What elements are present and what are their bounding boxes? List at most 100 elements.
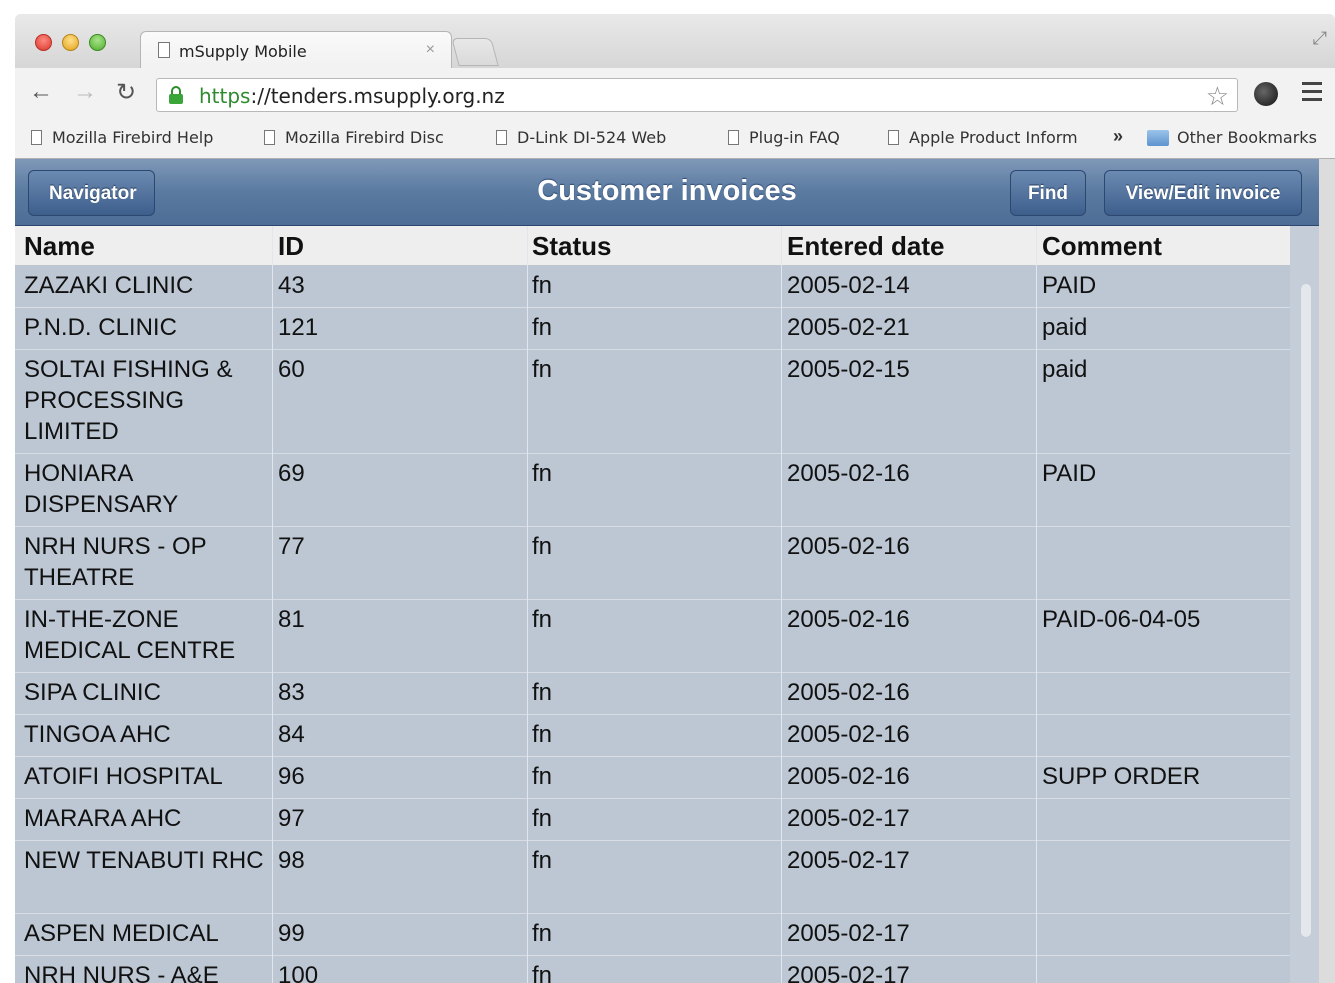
- url-host: ://tenders.msupply.org.nz: [250, 84, 505, 108]
- table-row[interactable]: MARARA AHC 97 fn 2005-02-17: [15, 799, 1290, 841]
- navigator-back-button[interactable]: Navigator: [28, 170, 155, 216]
- row-status: fn: [532, 805, 553, 832]
- other-bookmarks-folder[interactable]: Other Bookmarks: [1147, 128, 1327, 147]
- table-row[interactable]: NRH NURS - A&E 100 fn 2005-02-17: [15, 956, 1290, 983]
- page-icon: [728, 130, 739, 145]
- view-edit-invoice-button[interactable]: View/Edit invoice: [1104, 170, 1302, 216]
- row-id: 100: [278, 962, 319, 983]
- row-status: fn: [532, 356, 553, 383]
- row-id: 97: [278, 805, 305, 832]
- table-row[interactable]: SOLTAI FISHING & PROCESSING LIMITED 60 fn 2…: [15, 350, 1290, 454]
- table-row[interactable]: ASPEN MEDICAL 99 fn 2005-02-17: [15, 914, 1290, 956]
- row-status: fn: [532, 847, 553, 874]
- row-name: TINGOA AHC: [24, 721, 171, 748]
- column-header-status[interactable]: Status: [532, 231, 611, 262]
- row-comment: PAID: [1042, 460, 1097, 487]
- row-id: 96: [278, 763, 305, 790]
- table-row[interactable]: IN-THE-ZONE MEDICAL CENTRE 81 fn 2005-02-16…: [15, 600, 1290, 673]
- table-row[interactable]: ATOIFI HOSPITAL 96 fn 2005-02-16 SUPP ORDER: [15, 757, 1290, 799]
- bookmark-item[interactable]: D-Link DI-524 Web: [496, 128, 691, 147]
- row-name: MARARA AHC: [24, 805, 182, 832]
- bookmark-item[interactable]: Mozilla Firebird Disc: [264, 128, 464, 147]
- bookmark-item[interactable]: Plug-in FAQ: [728, 128, 878, 147]
- menu-icon[interactable]: [1302, 82, 1322, 106]
- row-name: ZAZAKI CLINIC: [24, 272, 194, 299]
- row-id: 69: [278, 460, 305, 487]
- row-status: fn: [532, 679, 553, 706]
- row-entered-date: 2005-02-16: [787, 721, 910, 748]
- row-id: 77: [278, 533, 305, 560]
- column-divider: [527, 226, 528, 983]
- row-name: NRH NURS - OP THEATRE: [24, 533, 207, 591]
- table-row[interactable]: HONIARA DISPENSARY 69 fn 2005-02-16 PAID: [15, 454, 1290, 527]
- scrollbar-thumb[interactable]: [1301, 284, 1311, 937]
- new-tab-button[interactable]: [451, 38, 499, 66]
- row-entered-date: 2005-02-15: [787, 356, 910, 383]
- row-entered-date: 2005-02-16: [787, 533, 910, 560]
- column-header-comment[interactable]: Comment: [1042, 231, 1162, 262]
- row-name: SIPA CLINIC: [24, 679, 161, 706]
- address-bar[interactable]: https://tenders.msupply.org.nz ☆: [156, 78, 1238, 112]
- table-row[interactable]: NEW TENABUTI RHC 98 fn 2005-02-17: [15, 841, 1290, 914]
- more-bookmarks-icon[interactable]: »: [1113, 126, 1123, 147]
- column-header-entered-date[interactable]: Entered date: [787, 231, 945, 262]
- column-divider: [1036, 226, 1037, 983]
- bookmark-star-icon[interactable]: ☆: [1206, 81, 1229, 112]
- app-header: Customer invoices Navigator Find View/Ed…: [15, 159, 1319, 226]
- row-name: ATOIFI HOSPITAL: [24, 763, 223, 790]
- row-status: fn: [532, 606, 553, 633]
- url-protocol: https: [199, 84, 251, 108]
- fullscreen-icon[interactable]: ⤢: [1313, 28, 1327, 49]
- lock-icon: [169, 86, 183, 104]
- row-name: HONIARA DISPENSARY: [24, 460, 179, 518]
- row-name: SOLTAI FISHING & PROCESSING LIMITED: [24, 356, 233, 445]
- table-row[interactable]: TINGOA AHC 84 fn 2005-02-16: [15, 715, 1290, 757]
- column-divider: [781, 226, 782, 983]
- folder-icon: [1147, 130, 1169, 146]
- row-name: P.N.D. CLINIC: [24, 314, 177, 341]
- row-entered-date: 2005-02-21: [787, 314, 910, 341]
- row-status: fn: [532, 533, 553, 560]
- row-status: fn: [532, 962, 553, 983]
- tab-close-icon[interactable]: ×: [426, 41, 435, 59]
- row-comment: paid: [1042, 314, 1088, 341]
- table-row[interactable]: SIPA CLINIC 83 fn 2005-02-16: [15, 673, 1290, 715]
- row-entered-date: 2005-02-17: [787, 920, 910, 947]
- url-text[interactable]: https://tenders.msupply.org.nz: [199, 84, 505, 108]
- table-row[interactable]: P.N.D. CLINIC 121 fn 2005-02-21 paid: [15, 308, 1290, 350]
- extension-icon[interactable]: [1254, 82, 1278, 106]
- table-row[interactable]: NRH NURS - OP THEATRE 77 fn 2005-02-16: [15, 527, 1290, 600]
- row-entered-date: 2005-02-17: [787, 847, 910, 874]
- find-button[interactable]: Find: [1010, 170, 1086, 216]
- page-icon: [496, 130, 507, 145]
- browser-window: mSupply Mobile × ⤢ ← → ↻ https://tenders…: [15, 14, 1335, 983]
- browser-tab[interactable]: mSupply Mobile ×: [140, 31, 452, 70]
- row-entered-date: 2005-02-17: [787, 962, 910, 983]
- close-window-icon[interactable]: [35, 34, 52, 51]
- bookmark-item[interactable]: Mozilla Firebird Help: [31, 128, 241, 147]
- minimize-window-icon[interactable]: [62, 34, 79, 51]
- page-icon: [264, 130, 275, 145]
- column-header-name[interactable]: Name: [24, 231, 95, 262]
- reload-icon[interactable]: ↻: [116, 78, 136, 107]
- bookmark-item[interactable]: Apple Product Inform: [888, 128, 1090, 147]
- row-comment: PAID-06-04-05: [1042, 606, 1201, 633]
- row-entered-date: 2005-02-16: [787, 460, 910, 487]
- back-arrow-icon[interactable]: ←: [29, 78, 53, 106]
- row-id: 83: [278, 679, 305, 706]
- table-row[interactable]: ZAZAKI CLINIC 43 fn 2005-02-14 PAID: [15, 266, 1290, 308]
- row-id: 98: [278, 847, 305, 874]
- row-id: 121: [278, 314, 319, 341]
- row-id: 84: [278, 721, 305, 748]
- row-status: fn: [532, 460, 553, 487]
- page-icon: [31, 130, 42, 145]
- forward-arrow-icon[interactable]: →: [73, 78, 97, 106]
- window-edge: [1319, 159, 1335, 983]
- row-status: fn: [532, 721, 553, 748]
- page-content: Customer invoices Navigator Find View/Ed…: [15, 159, 1335, 983]
- column-header-id[interactable]: ID: [278, 231, 304, 262]
- row-status: fn: [532, 763, 553, 790]
- row-id: 81: [278, 606, 305, 633]
- tab-strip: mSupply Mobile × ⤢: [15, 14, 1335, 70]
- zoom-window-icon[interactable]: [89, 34, 106, 51]
